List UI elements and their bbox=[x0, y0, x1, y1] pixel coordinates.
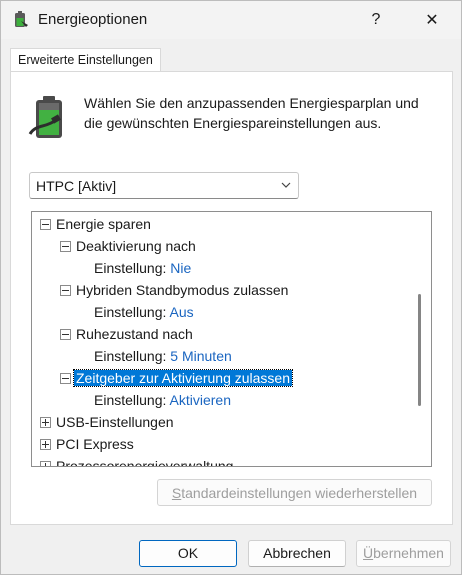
title-bar: Energieoptionen ? ✕ bbox=[1, 1, 461, 39]
tree-node-prozessor[interactable]: Prozessorenergieverwaltung bbox=[40, 456, 233, 466]
expand-icon[interactable] bbox=[40, 417, 51, 428]
tree-node-energie-sparen[interactable]: Energie sparen bbox=[40, 214, 151, 234]
power-plan-value: HTPC [Aktiv] bbox=[36, 178, 117, 194]
expand-icon[interactable] bbox=[40, 439, 51, 450]
collapse-icon[interactable] bbox=[40, 219, 51, 230]
setting-value[interactable]: Aktivieren bbox=[170, 392, 231, 408]
power-plan-dropdown[interactable]: HTPC [Aktiv] bbox=[29, 172, 299, 199]
tree-node-deaktivierung[interactable]: Deaktivierung nach bbox=[60, 236, 196, 256]
close-button[interactable]: ✕ bbox=[409, 1, 455, 39]
chevron-down-icon bbox=[281, 182, 291, 188]
collapse-icon[interactable] bbox=[60, 329, 71, 340]
window-title: Energieoptionen bbox=[38, 11, 148, 28]
expand-icon[interactable] bbox=[40, 461, 51, 466]
collapse-icon[interactable] bbox=[60, 373, 71, 384]
power-options-icon bbox=[15, 11, 28, 27]
collapse-icon[interactable] bbox=[60, 241, 71, 252]
description-text: Wählen Sie den anzupassenden Energiespar… bbox=[84, 95, 419, 131]
tree-node-ruhezustand[interactable]: Ruhezustand nach bbox=[60, 324, 193, 344]
vertical-scrollbar[interactable] bbox=[418, 294, 421, 406]
settings-tree[interactable]: Energie sparen Deaktivierung nach Einste… bbox=[31, 211, 432, 467]
tab-advanced-settings[interactable]: Erweiterte Einstellungen bbox=[10, 48, 161, 71]
restore-defaults-button[interactable]: Standardeinstellungen wiederherstellen bbox=[157, 479, 432, 506]
collapse-icon[interactable] bbox=[60, 285, 71, 296]
tree-setting-zeitgeber[interactable]: Einstellung: Aktivieren bbox=[94, 390, 231, 410]
setting-value[interactable]: Nie bbox=[170, 260, 191, 276]
tree-setting-deaktivierung[interactable]: Einstellung: Nie bbox=[94, 258, 191, 278]
tree-setting-ruhezustand[interactable]: Einstellung: 5 Minuten bbox=[94, 346, 232, 366]
tree-node-hybrid[interactable]: Hybriden Standbymodus zulassen bbox=[60, 280, 288, 300]
selected-item-label: Zeitgeber zur Aktivierung zulassen bbox=[73, 369, 293, 387]
battery-icon bbox=[28, 96, 62, 138]
tree-setting-hybrid[interactable]: Einstellung: Aus bbox=[94, 302, 194, 322]
tree-node-zeitgeber[interactable]: Zeitgeber zur Aktivierung zulassen bbox=[60, 368, 293, 388]
energy-options-dialog: Energieoptionen ? ✕ Erweiterte Einstellu… bbox=[0, 0, 462, 575]
setting-value[interactable]: 5 Minuten bbox=[170, 348, 231, 364]
cancel-button[interactable]: Abbrechen bbox=[248, 540, 346, 567]
ok-button[interactable]: OK bbox=[139, 540, 237, 567]
setting-value[interactable]: Aus bbox=[170, 304, 194, 320]
help-button[interactable]: ? bbox=[353, 1, 399, 39]
tree-node-usb[interactable]: USB-Einstellungen bbox=[40, 412, 174, 432]
tree-node-pci[interactable]: PCI Express bbox=[40, 434, 134, 454]
apply-button[interactable]: Übernehmen bbox=[356, 540, 451, 567]
